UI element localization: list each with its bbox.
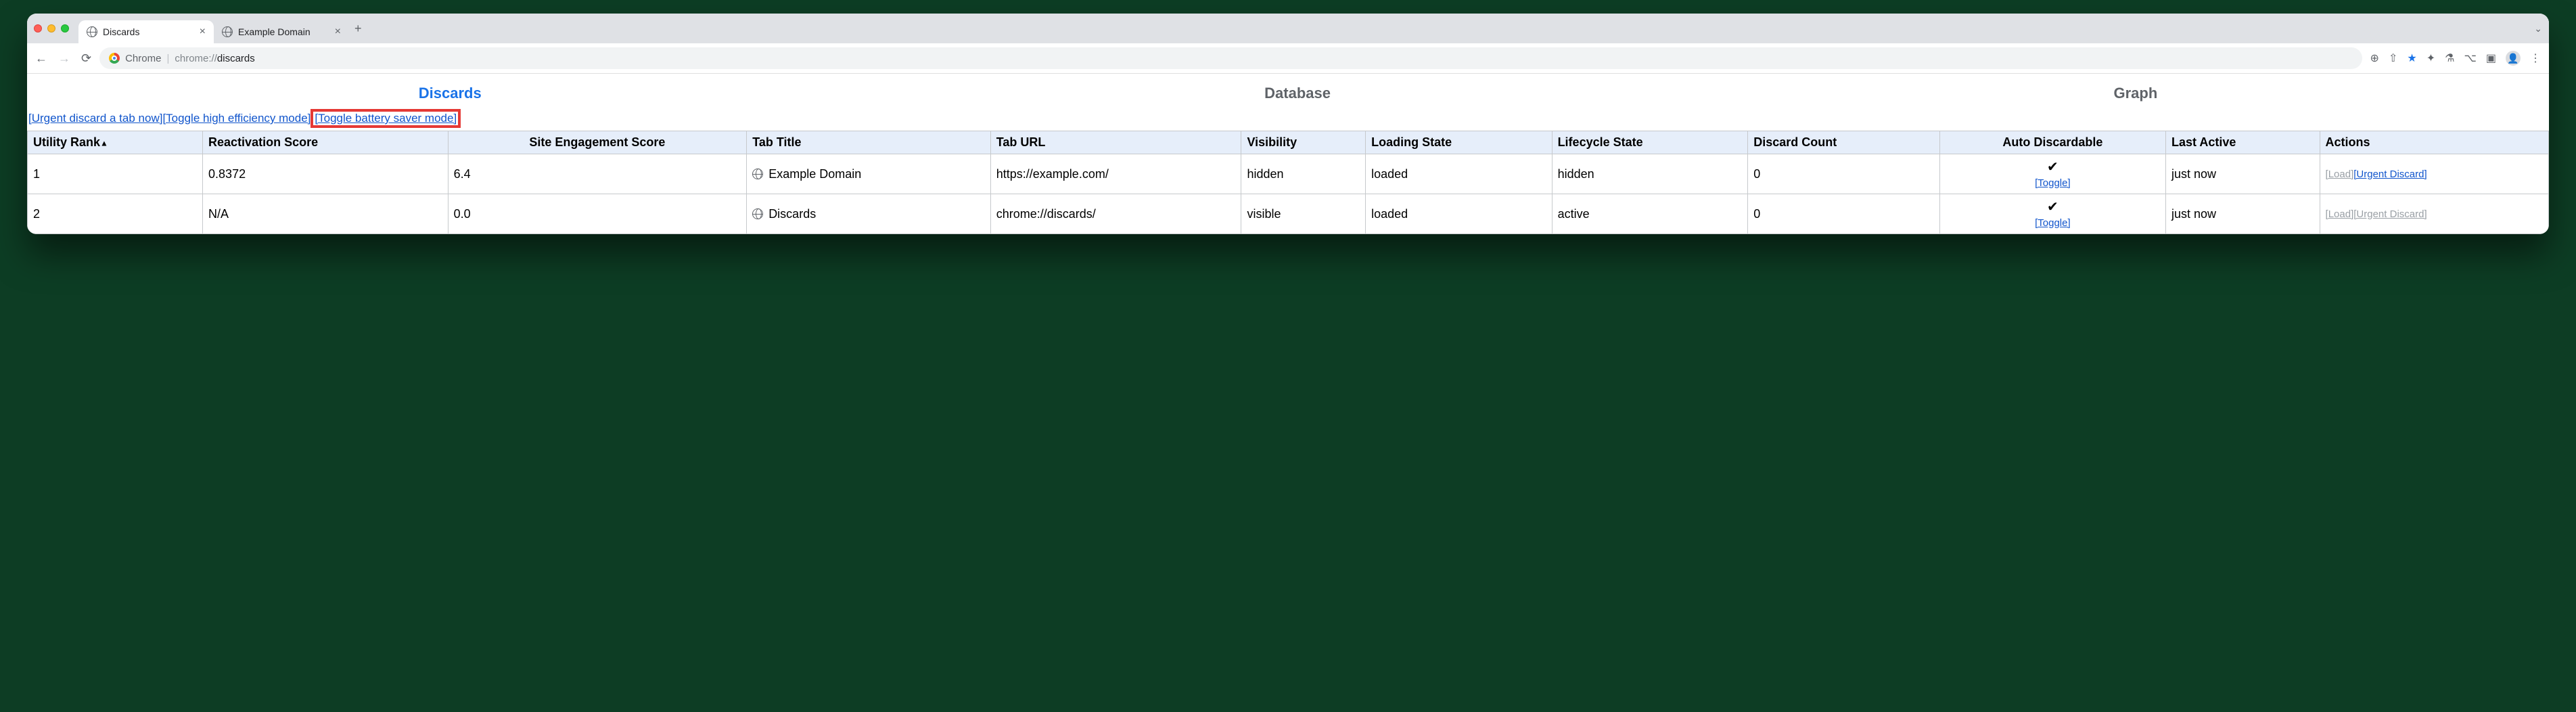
discards-table: Utility Rank▲ Reactivation Score Site En… bbox=[27, 131, 2549, 234]
menu-icon[interactable]: ⋮ bbox=[2530, 51, 2541, 65]
cell-last-active: just now bbox=[2165, 154, 2320, 194]
col-tab-title[interactable]: Tab Title bbox=[747, 131, 991, 154]
close-tab-icon[interactable]: × bbox=[200, 26, 206, 38]
cell-lifecycle: hidden bbox=[1552, 154, 1748, 194]
window-controls bbox=[34, 24, 69, 32]
page-content: Discards Database Graph [Urgent discard … bbox=[27, 74, 2549, 234]
cell-visibility: visible bbox=[1241, 194, 1366, 234]
cell-auto-discardable: ✔ [Toggle] bbox=[1939, 154, 2165, 194]
col-lifecycle[interactable]: Lifecycle State bbox=[1552, 131, 1748, 154]
omnibox-url: chrome://discards bbox=[175, 53, 254, 64]
col-last-active[interactable]: Last Active bbox=[2165, 131, 2320, 154]
tab-discards[interactable]: Discards × bbox=[78, 20, 214, 43]
globe-icon bbox=[752, 208, 763, 219]
zoom-icon[interactable]: ⊕ bbox=[2370, 51, 2379, 65]
cell-engagement: 0.0 bbox=[448, 194, 747, 234]
cell-engagement: 6.4 bbox=[448, 154, 747, 194]
subtab-database[interactable]: Database bbox=[1264, 85, 1331, 102]
cell-rank: 2 bbox=[28, 194, 203, 234]
toggle-auto-discard-link[interactable]: [Toggle] bbox=[2035, 177, 2071, 189]
table-row: 2N/A0.0Discardschrome://discards/visible… bbox=[28, 194, 2549, 234]
forward-button[interactable]: → bbox=[58, 51, 70, 66]
highlight-box: [Toggle battery saver mode] bbox=[310, 109, 461, 128]
cell-tab-url: https://example.com/ bbox=[990, 154, 1241, 194]
col-reactivation[interactable]: Reactivation Score bbox=[203, 131, 448, 154]
close-tab-icon[interactable]: × bbox=[335, 26, 341, 38]
cell-discard-count: 0 bbox=[1748, 154, 1940, 194]
check-icon: ✔ bbox=[1946, 158, 2160, 175]
omnibox[interactable]: Chrome | chrome://discards bbox=[99, 47, 2362, 69]
action-links: [Urgent discard a tab now][Toggle high e… bbox=[27, 109, 2549, 131]
new-tab-button[interactable]: + bbox=[354, 22, 362, 36]
col-tab-url[interactable]: Tab URL bbox=[990, 131, 1241, 154]
cell-reactivation: 0.8372 bbox=[203, 154, 448, 194]
load-link[interactable]: [Load] bbox=[2326, 208, 2354, 220]
toggle-auto-discard-link[interactable]: [Toggle] bbox=[2035, 217, 2071, 229]
back-button[interactable]: ← bbox=[35, 51, 47, 66]
col-auto-disc[interactable]: Auto Discardable bbox=[1939, 131, 2165, 154]
col-discard-count[interactable]: Discard Count bbox=[1748, 131, 1940, 154]
omnibox-prefix: Chrome bbox=[125, 53, 161, 64]
table-row: 10.83726.4Example Domainhttps://example.… bbox=[28, 154, 2549, 194]
urgent-discard-row-link: [Urgent Discard] bbox=[2353, 208, 2426, 220]
profile-avatar[interactable]: 👤 bbox=[2506, 51, 2521, 66]
col-visibility[interactable]: Visibility bbox=[1241, 131, 1366, 154]
subtab-discards[interactable]: Discards bbox=[419, 85, 482, 102]
reload-button[interactable]: ⟳ bbox=[81, 51, 91, 66]
tab-example-domain[interactable]: Example Domain × bbox=[214, 20, 349, 43]
cell-tab-title: Discards bbox=[747, 194, 991, 234]
subtab-graph[interactable]: Graph bbox=[2113, 85, 2157, 102]
labs-icon[interactable]: ⚗ bbox=[2445, 51, 2454, 65]
cell-tab-url: chrome://discards/ bbox=[990, 194, 1241, 234]
cell-loading: loaded bbox=[1366, 154, 1552, 194]
col-utility-rank[interactable]: Utility Rank▲ bbox=[28, 131, 203, 154]
cell-last-active: just now bbox=[2165, 194, 2320, 234]
cell-tab-title: Example Domain bbox=[747, 154, 991, 194]
toggle-high-efficiency-link[interactable]: [Toggle high efficiency mode] bbox=[162, 112, 310, 125]
cell-reactivation: N/A bbox=[203, 194, 448, 234]
cell-auto-discardable: ✔ [Toggle] bbox=[1939, 194, 2165, 234]
maximize-window-button[interactable] bbox=[61, 24, 69, 32]
globe-icon bbox=[222, 26, 233, 37]
bookmark-star-icon[interactable]: ★ bbox=[2407, 51, 2416, 65]
cell-discard-count: 0 bbox=[1748, 194, 1940, 234]
col-loading[interactable]: Loading State bbox=[1366, 131, 1552, 154]
globe-icon bbox=[752, 169, 763, 179]
load-link[interactable]: [Load] bbox=[2326, 169, 2354, 180]
toggle-battery-saver-link[interactable]: [Toggle battery saver mode] bbox=[315, 112, 457, 125]
col-actions[interactable]: Actions bbox=[2320, 131, 2548, 154]
toolbar: ← → ⟳ Chrome | chrome://discards ⊕ ⇧ ★ ✦… bbox=[27, 43, 2549, 74]
cell-actions: [Load][Urgent Discard] bbox=[2320, 154, 2548, 194]
urgent-discard-link[interactable]: [Urgent discard a tab now] bbox=[28, 112, 162, 125]
sort-asc-icon: ▲ bbox=[100, 138, 108, 148]
browser-window: Discards × Example Domain × + ⌄ ← → ⟳ Ch… bbox=[27, 14, 2549, 234]
cast-icon[interactable]: ⌥ bbox=[2464, 51, 2476, 65]
tab-title: Discards bbox=[103, 26, 139, 37]
cell-lifecycle: active bbox=[1552, 194, 1748, 234]
share-icon[interactable]: ⇧ bbox=[2389, 51, 2397, 65]
cell-loading: loaded bbox=[1366, 194, 1552, 234]
minimize-window-button[interactable] bbox=[47, 24, 55, 32]
tab-strip: Discards × Example Domain × + ⌄ bbox=[27, 14, 2549, 43]
subtabs: Discards Database Graph bbox=[27, 74, 2549, 109]
tab-title: Example Domain bbox=[238, 26, 310, 37]
chrome-icon bbox=[109, 53, 120, 64]
tab-overflow-button[interactable]: ⌄ bbox=[2534, 23, 2542, 35]
sidepanel-icon[interactable]: ▣ bbox=[2486, 51, 2496, 65]
cell-rank: 1 bbox=[28, 154, 203, 194]
cell-actions: [Load][Urgent Discard] bbox=[2320, 194, 2548, 234]
extensions-icon[interactable]: ✦ bbox=[2426, 51, 2435, 65]
urgent-discard-row-link[interactable]: [Urgent Discard] bbox=[2353, 169, 2426, 180]
cell-visibility: hidden bbox=[1241, 154, 1366, 194]
col-engagement[interactable]: Site Engagement Score bbox=[448, 131, 747, 154]
check-icon: ✔ bbox=[1946, 198, 2160, 215]
close-window-button[interactable] bbox=[34, 24, 42, 32]
globe-icon bbox=[87, 26, 97, 37]
